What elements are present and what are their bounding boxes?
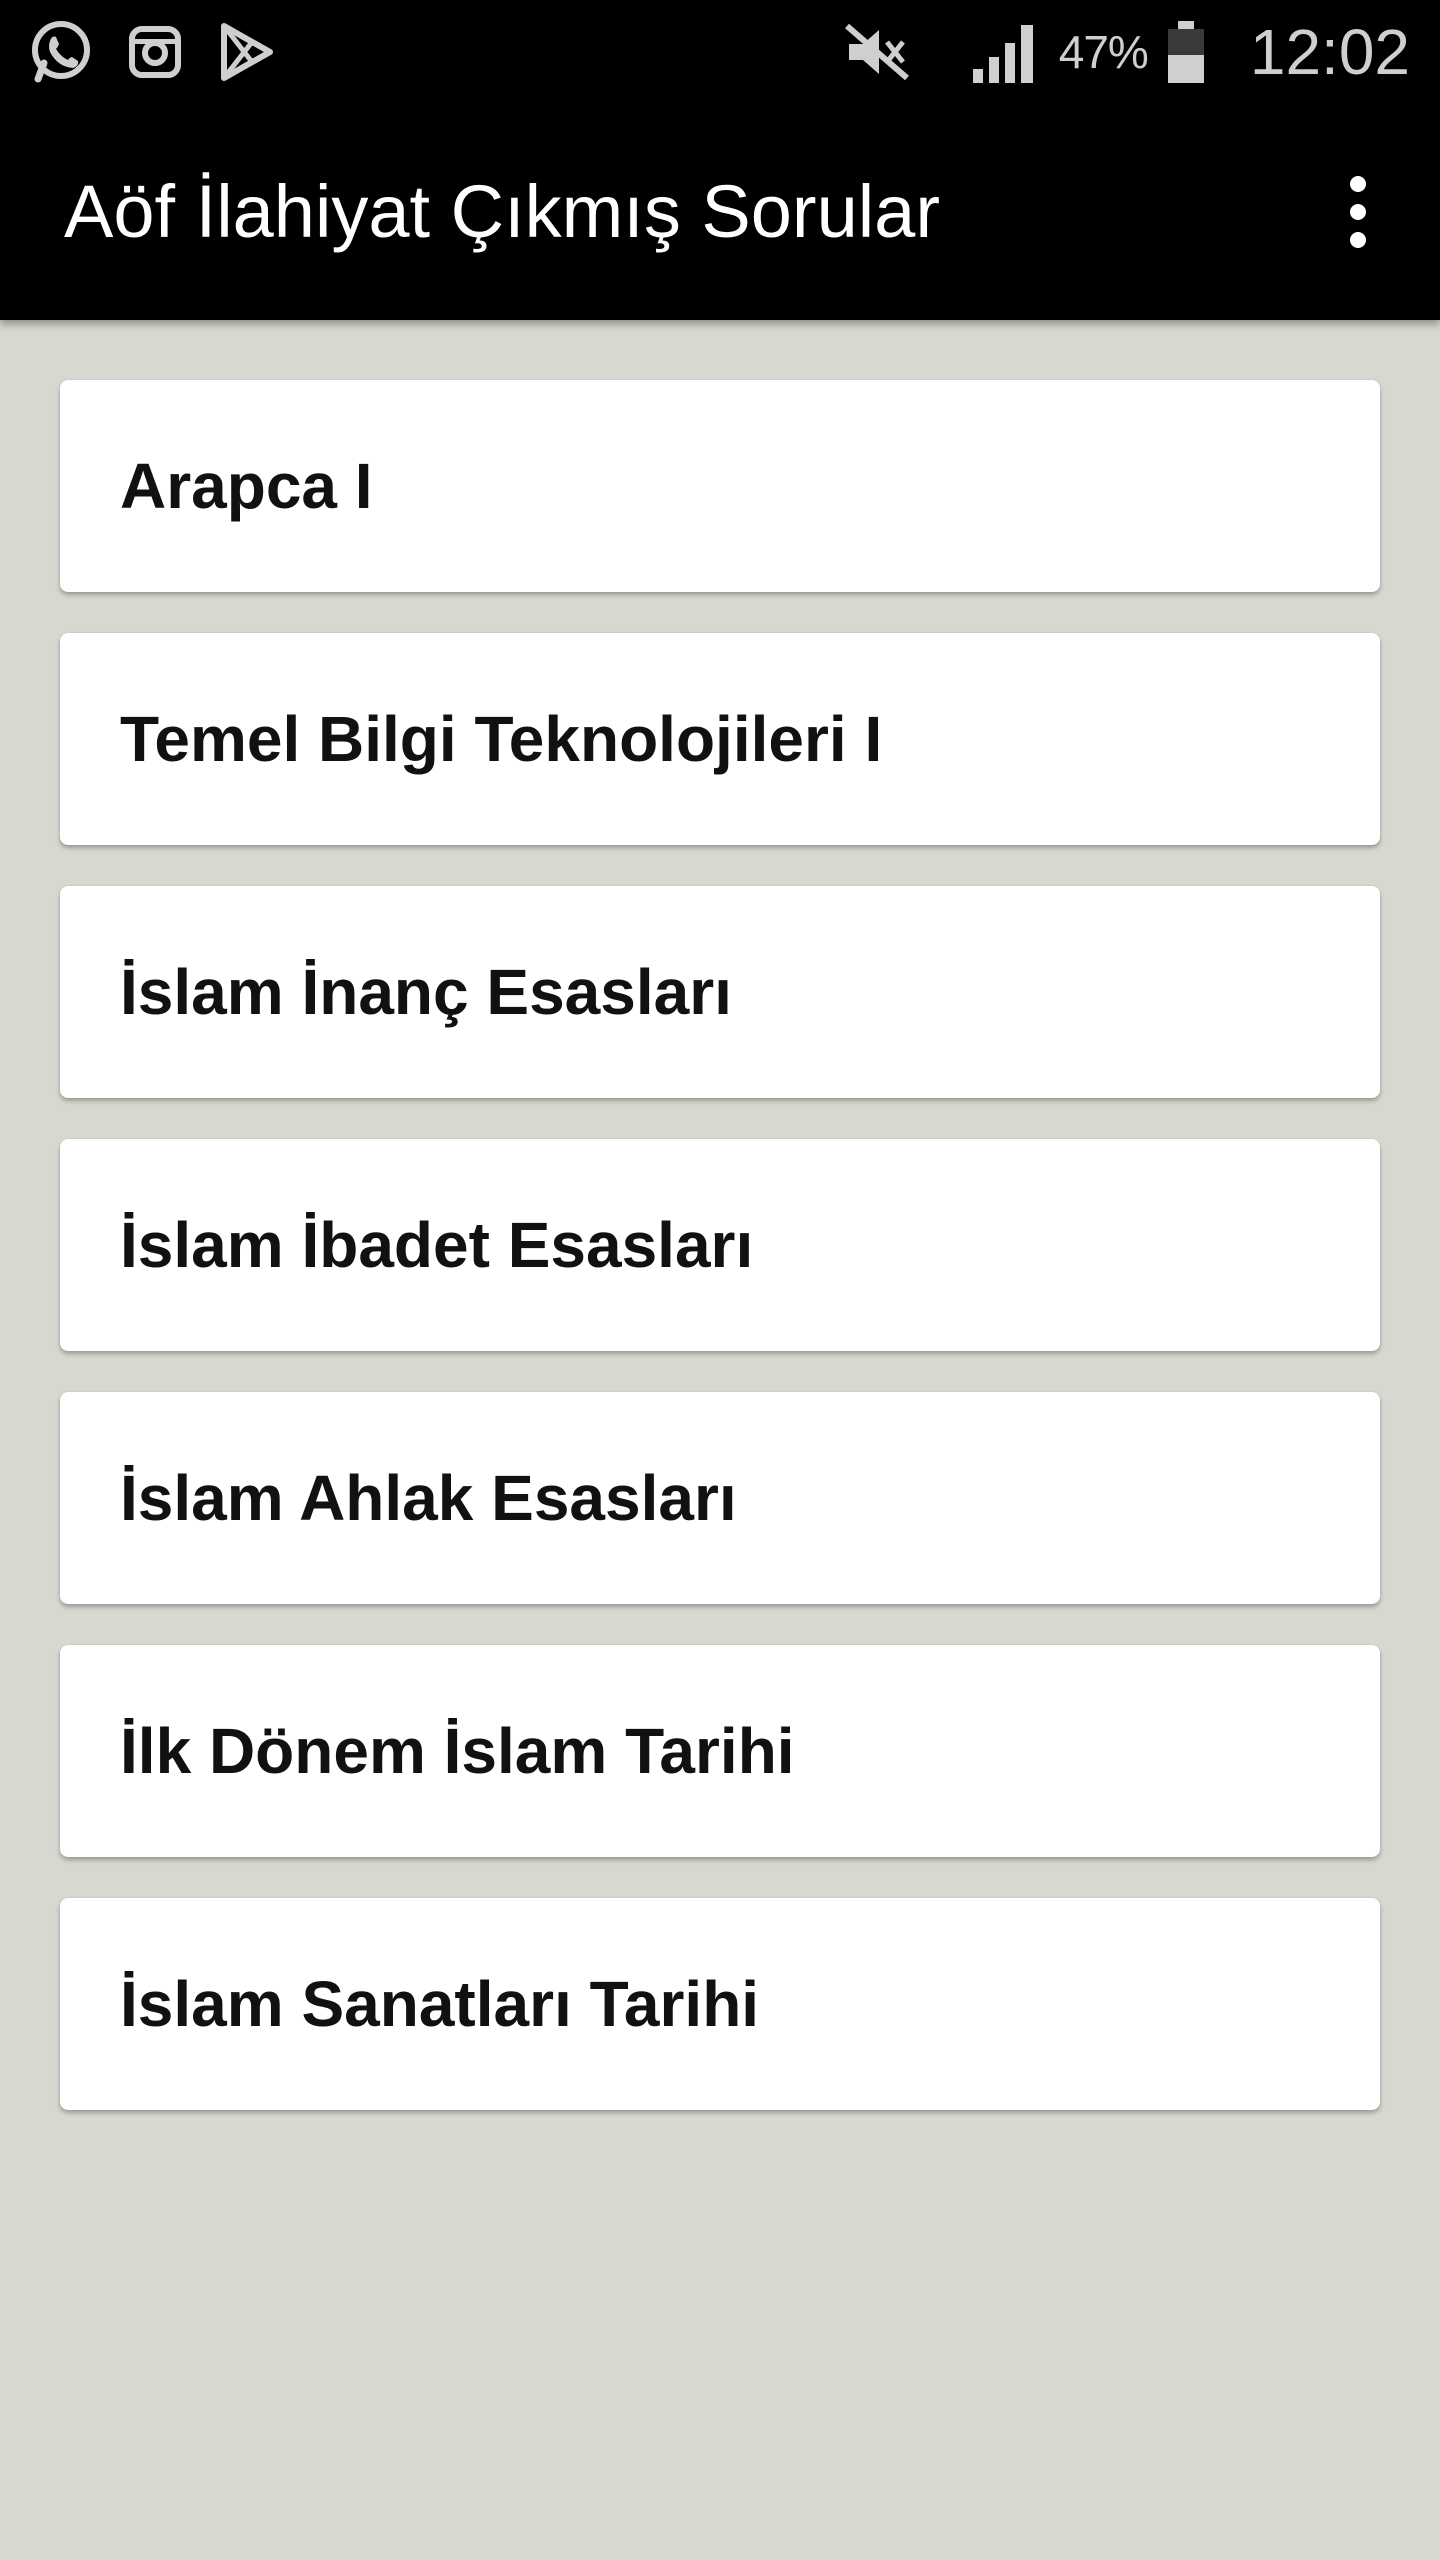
course-label: İlk Dönem İslam Tarihi [120,1715,795,1787]
notification-icons [28,0,276,104]
instagram-icon [128,25,182,79]
mute-icon [843,20,913,84]
system-status: 47% 12:02 [843,0,1410,104]
course-item-temel-bilgi-teknolojileri[interactable]: Temel Bilgi Teknolojileri I [60,633,1380,845]
battery-percent: 47% [1058,26,1149,78]
course-item-islam-inanc-esaslari[interactable]: İslam İnanç Esasları [60,886,1380,1098]
overflow-menu-icon [1350,176,1366,192]
course-label: Temel Bilgi Teknolojileri I [120,703,883,775]
course-label: İslam Sanatları Tarihi [120,1968,760,2040]
course-label: Arapca I [120,450,373,522]
status-bar: 47% 12:02 [0,0,1440,104]
course-item-islam-ahlak-esaslari[interactable]: İslam Ahlak Esasları [60,1392,1380,1604]
play-store-icon [216,22,276,82]
battery-icon [1166,19,1206,85]
course-item-islam-sanatlari-tarihi[interactable]: İslam Sanatları Tarihi [60,1898,1380,2110]
overflow-menu-dot [1350,204,1366,220]
signal-icon [971,19,1041,85]
course-list: Arapca I Temel Bilgi Teknolojileri I İsl… [60,380,1380,2151]
course-label: İslam İnanç Esasları [120,956,732,1028]
whatsapp-icon [28,19,94,85]
course-item-arapca-1[interactable]: Arapca I [60,380,1380,592]
overflow-menu-button[interactable] [1310,164,1406,260]
course-item-ilk-donem-islam-tarihi[interactable]: İlk Dönem İslam Tarihi [60,1645,1380,1857]
course-label: İslam İbadet Esasları [120,1209,754,1281]
app-bar: Aöf İlahiyat Çıkmış Sorular [0,104,1440,320]
course-label: İslam Ahlak Esasları [120,1462,737,1534]
app-title: Aöf İlahiyat Çıkmış Sorular [64,170,940,253]
overflow-menu-dot [1350,232,1366,248]
clock: 12:02 [1249,16,1410,88]
course-item-islam-ibadet-esaslari[interactable]: İslam İbadet Esasları [60,1139,1380,1351]
